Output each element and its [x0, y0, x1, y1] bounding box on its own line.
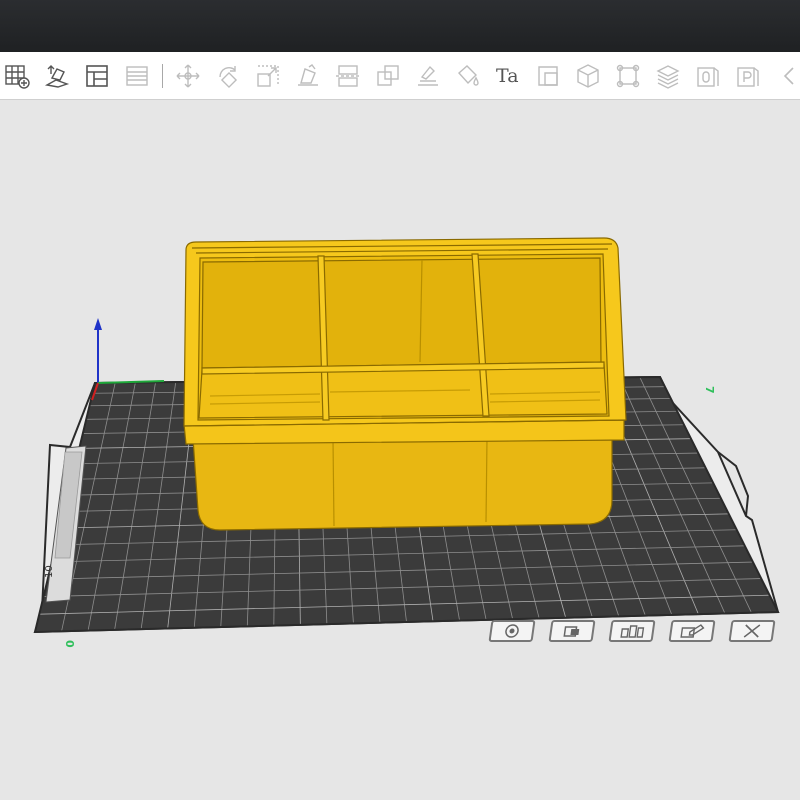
rotate-icon[interactable]	[213, 61, 243, 91]
divided-box-model[interactable]	[183, 237, 627, 531]
support-paint-icon[interactable]	[413, 61, 443, 91]
chevron-left-icon[interactable]	[773, 61, 800, 91]
plate-p-icon[interactable]	[733, 61, 763, 91]
stack-icon[interactable]	[653, 61, 683, 91]
bed-marker-left: 0	[63, 640, 76, 648]
arrange-icon[interactable]	[608, 620, 656, 642]
paint-bucket-icon[interactable]	[453, 61, 483, 91]
close-icon[interactable]	[728, 620, 776, 642]
lay-on-face-icon[interactable]	[293, 61, 323, 91]
edit-plate-icon[interactable]	[668, 620, 716, 642]
cut-icon[interactable]	[333, 61, 363, 91]
cube-icon[interactable]	[573, 61, 603, 91]
toolbar-separator	[162, 63, 163, 88]
seam-icon[interactable]	[533, 61, 563, 91]
scale-icon[interactable]	[253, 61, 283, 91]
layout-panel-icon[interactable]	[82, 61, 112, 91]
measure-icon[interactable]	[613, 61, 643, 91]
scene-canvas: 7 0 10	[33, 237, 780, 648]
gear-icon[interactable]	[488, 620, 536, 642]
grid-plus-icon[interactable]	[2, 61, 32, 91]
title-bar	[0, 0, 800, 52]
auto-orient-icon[interactable]	[42, 61, 72, 91]
layers-icon[interactable]	[122, 61, 152, 91]
text-tool-icon[interactable]: Ta	[493, 61, 523, 91]
lock-icon[interactable]	[548, 620, 596, 642]
plate-id-label: 10	[44, 565, 55, 578]
part-icon[interactable]	[693, 61, 723, 91]
3d-viewport[interactable]: 7 0 10	[0, 100, 800, 800]
move-arrows-icon[interactable]	[173, 61, 203, 91]
boolean-icon[interactable]	[373, 61, 403, 91]
text-tool-label: Ta	[496, 65, 519, 87]
bed-marker-right: 7	[703, 386, 716, 394]
top-toolbar: Ta	[0, 52, 800, 100]
plate-controls	[488, 620, 780, 646]
